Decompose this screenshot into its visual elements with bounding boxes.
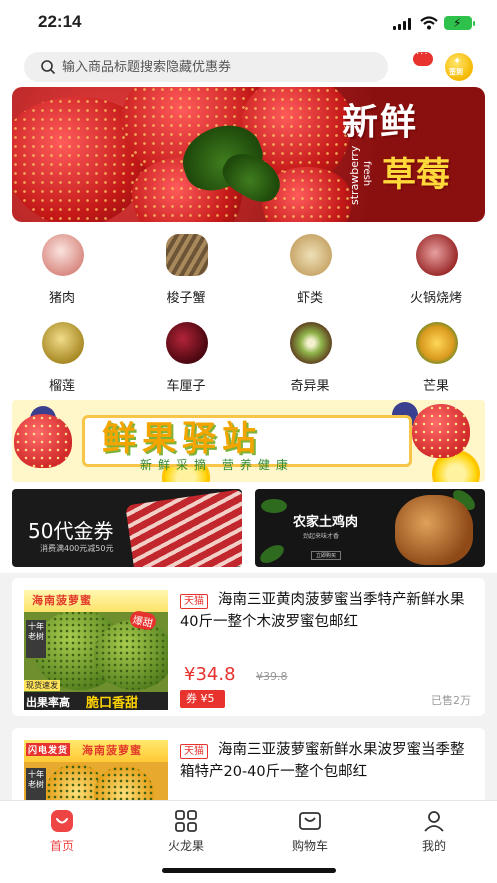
promo-subtitle: 新鲜采摘 营养健康: [140, 458, 294, 472]
kiwi-icon: [290, 322, 332, 364]
chicken-title: 农家土鸡肉: [293, 515, 359, 530]
thumb-top-text: 海南菠萝蜜: [32, 594, 92, 607]
coupon-card-50[interactable]: 50代金券 消费满400元减50元: [12, 489, 242, 567]
banner-title-line1: 新鲜: [342, 101, 419, 143]
tab-label: 购物车: [291, 839, 328, 853]
tab-label: 首页: [49, 839, 74, 853]
tab-dragonfruit[interactable]: 火龙果: [146, 809, 226, 859]
category-shrimp[interactable]: 虾类: [260, 232, 360, 308]
category-crab[interactable]: 梭子蟹: [136, 232, 236, 308]
product-original-price: ¥39.8: [256, 670, 288, 683]
thumb-bottom-left: 出果率高: [26, 696, 70, 709]
category-label: 芒果: [422, 379, 449, 394]
category-durian[interactable]: 榴莲: [12, 320, 112, 396]
category-label: 车厘子: [166, 379, 206, 394]
signin-label: 签到: [449, 68, 463, 76]
chicken-image: [395, 495, 473, 565]
category-kiwi[interactable]: 奇异果: [260, 320, 360, 396]
status-time: 22:14: [38, 12, 82, 31]
product-title[interactable]: 海南三亚菠萝蜜新鲜水果波罗蜜当季整箱特产20-40斤一整个包邮红: [180, 739, 472, 783]
cherry-icon: [166, 322, 208, 364]
promo-banner-fruit-station[interactable]: 鲜果驿站 新鲜采摘 营养健康: [12, 400, 485, 482]
tab-home[interactable]: 首页: [22, 809, 102, 859]
home-indicator[interactable]: [162, 868, 336, 873]
product-title[interactable]: 海南三亚黄肉菠萝蜜当季特产新鲜水果40斤一整个木波罗蜜包邮红: [180, 589, 472, 633]
tab-cart[interactable]: 购物车: [270, 809, 350, 859]
category-label: 奇异果: [290, 379, 330, 394]
promo-title: 鲜果驿站: [102, 419, 262, 459]
product-card[interactable]: 海南菠萝蜜 爆甜 十年老树 现货速发 出果率高 脆口香甜 天猫 海南三亚黄肉菠萝…: [12, 578, 485, 716]
category-label: 猪肉: [48, 291, 75, 306]
chicken-subtitle: 劲起来味才香: [303, 533, 340, 540]
message-icon[interactable]: ···: [413, 49, 433, 66]
buy-now-button[interactable]: 立即购买: [311, 551, 342, 560]
search-bar[interactable]: [24, 52, 388, 82]
hero-banner-strawberry[interactable]: 新鲜 草莓 fresh strawberry: [12, 87, 485, 222]
search-icon: [41, 60, 56, 75]
search-input[interactable]: [62, 56, 372, 78]
tab-label: 火龙果: [167, 839, 204, 853]
grid-icon: [175, 810, 197, 832]
tab-profile[interactable]: 我的: [394, 809, 474, 859]
category-label: 梭子蟹: [166, 291, 206, 306]
meat-image: [125, 489, 242, 567]
thumb-ribbon: 现货速发: [24, 680, 60, 691]
cellular-signal-icon: [393, 18, 413, 30]
thumb-bottom-right: 脆口香甜: [86, 696, 139, 710]
coupon-badge[interactable]: 券 ¥5: [180, 690, 225, 708]
crab-icon: [166, 234, 208, 276]
thumb-side-badge: 十年老树: [26, 620, 46, 658]
category-mango[interactable]: 芒果: [386, 320, 486, 396]
wifi-icon: [420, 16, 438, 30]
category-pork[interactable]: 猪肉: [12, 232, 112, 308]
banner-title-line2: 草莓: [382, 155, 450, 195]
home-smile-icon: [51, 810, 73, 832]
banner-en-line1: fresh: [361, 161, 372, 187]
signin-coin-icon[interactable]: ✦ 签到: [445, 53, 473, 81]
product-price: ¥34.8: [184, 664, 236, 685]
category-label: 火锅烧烤: [409, 291, 462, 306]
app-screen: 22:14 ⚡ ··· ✦ 签到 新鲜 草莓 fresh str: [0, 0, 497, 883]
durian-icon: [42, 322, 84, 364]
mango-icon: [416, 322, 458, 364]
product-thumbnail: 海南菠萝蜜 爆甜 十年老树 现货速发 出果率高 脆口香甜: [24, 590, 168, 710]
cart-icon: [299, 812, 321, 830]
banner-en-line2: strawberry: [348, 145, 361, 205]
tab-label: 我的: [421, 839, 446, 853]
category-cherry[interactable]: 车厘子: [136, 320, 236, 396]
coupon-subtitle: 消费满400元减50元: [40, 544, 114, 553]
battery-icon: ⚡: [444, 16, 475, 30]
sold-count: 已售2万: [431, 694, 471, 707]
coupon-title: 50代金券: [28, 519, 114, 543]
product-list: 海南菠萝蜜 爆甜 十年老树 现货速发 出果率高 脆口香甜 天猫 海南三亚黄肉菠萝…: [0, 573, 497, 818]
category-grid: 猪肉 梭子蟹 虾类 火锅烧烤 榴莲 车厘子 奇异果 芒果: [0, 232, 497, 394]
hotpot-meat-icon: [416, 234, 458, 276]
shrimp-icon: [290, 234, 332, 276]
pork-icon: [42, 234, 84, 276]
category-hotpot[interactable]: 火锅烧烤: [386, 232, 486, 308]
coupon-card-chicken[interactable]: 农家土鸡肉 劲起来味才香 立即购买: [255, 489, 485, 567]
category-label: 榴莲: [48, 379, 75, 394]
category-label: 虾类: [296, 291, 323, 306]
status-bar: 22:14 ⚡: [0, 0, 497, 46]
thumb-top-text: 海南菠萝蜜: [82, 744, 142, 757]
thumb-ribbon: 闪电发货: [26, 743, 71, 756]
user-icon: [424, 811, 444, 832]
